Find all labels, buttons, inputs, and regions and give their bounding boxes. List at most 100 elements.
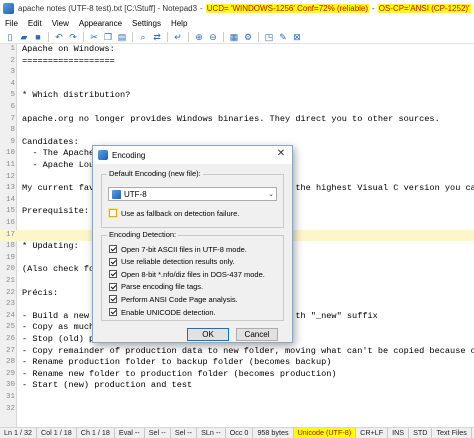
detection-option-label: Use reliable detection results only. [121,257,235,267]
exit-icon[interactable]: ⊠ [291,31,303,43]
ok-button[interactable]: OK [187,328,229,341]
fallback-checkbox[interactable] [109,209,117,217]
status-file-type[interactable]: Text Files [432,428,472,438]
status-eol[interactable]: CR+LF [356,428,389,438]
word-wrap-icon[interactable]: ↵ [172,31,184,43]
line-number: 2 [10,56,15,65]
detection-option-checkbox[interactable] [109,245,117,253]
detection-option-checkbox[interactable] [109,295,117,304]
line-text: - Start (new) production and test [22,380,193,391]
redo-icon[interactable]: ↷ [67,31,79,43]
editor-line[interactable]: 5 * Which distribution? [0,90,474,102]
encoding-dialog: Encoding ✕ Default Encoding (new file): … [92,145,293,343]
line-number: 13 [5,184,15,193]
line-number: 23 [5,300,15,309]
editor-line[interactable]: 28 - Rename production folder to backup f… [0,357,474,369]
menu-view[interactable]: View [47,17,74,30]
status-std: STD [409,428,433,438]
encoding-icon [112,189,121,199]
open-file-icon[interactable]: ▰ [18,31,30,43]
customize-icon[interactable]: ⚙ [242,31,254,43]
detection-option-row[interactable]: Open 8-bit *.nfo/diz files in DOS-437 mo… [109,269,265,279]
editor-line[interactable]: 4 [0,79,474,91]
menu-bar: File Edit View Appearance Settings Help [0,17,474,30]
detection-option-row[interactable]: Enable UNICODE detection. [109,307,216,317]
editor-line[interactable]: 32 [0,404,474,416]
line-text: - Copy remainder of production data to n… [22,345,474,356]
detection-option-row[interactable]: Open 7-bit ASCII files in UTF-8 mode. [109,244,247,254]
detection-option-label: Enable UNICODE detection. [121,307,216,317]
detection-option-checkbox[interactable] [109,308,117,316]
title-ucd-info: UCD= 'WINDOWS-1256' Conf=72% (reliable) [205,4,370,13]
default-encoding-select[interactable]: UTF-8 ⌄ [108,187,277,201]
new-file-icon[interactable]: ▯ [4,31,16,43]
menu-help[interactable]: Help [166,17,192,30]
editor-line[interactable]: 7 apache.org no longer provides Windows b… [0,114,474,126]
status-char: Ch 1 / 18 [77,428,115,438]
status-bar: Ln 1 / 32 Col 1 / 18 Ch 1 / 18 Eval -- S… [0,427,474,438]
scheme-icon[interactable]: ▦ [228,31,240,43]
line-text: - Rename new folder to production folder… [22,368,337,379]
menu-edit[interactable]: Edit [23,17,47,30]
editor-line[interactable]: 31 [0,392,474,404]
editor-line[interactable]: 6 [0,102,474,114]
detection-option-row[interactable]: Perform ANSI Code Page analysis. [109,294,238,304]
fallback-checkbox-row[interactable]: Use as fallback on detection failure. [109,208,239,218]
line-number: 5 [10,91,15,100]
chevron-down-icon[interactable]: ⌄ [266,190,276,198]
detection-option-label: Open 7-bit ASCII files in UTF-8 mode. [121,244,247,254]
copy-icon[interactable]: ❐ [102,31,114,43]
cut-icon[interactable]: ✂ [88,31,100,43]
zoom-out-icon[interactable]: ⊖ [207,31,219,43]
editor-line[interactable]: 8 [0,125,474,137]
line-number: 22 [5,288,15,297]
editor-line[interactable]: 29 - Rename new folder to production fold… [0,369,474,381]
menu-file[interactable]: File [0,17,23,30]
paste-icon[interactable]: ▤ [116,31,128,43]
detection-option-label: Open 8-bit *.nfo/diz files in DOS-437 mo… [121,269,265,279]
editor-line[interactable]: 1 Apache on Windows: [0,44,474,56]
dialog-title-bar[interactable]: Encoding ✕ [93,146,292,164]
editor-line[interactable]: 3 [0,67,474,79]
close-icon[interactable]: ✕ [275,148,287,160]
detection-option-checkbox[interactable] [109,270,117,279]
line-number: 18 [5,242,15,251]
title-separator: - [200,4,203,13]
status-ins[interactable]: INS [388,428,410,438]
menu-settings[interactable]: Settings [127,17,166,30]
detection-option-row[interactable]: Parse encoding file tags. [109,282,203,292]
fallback-label: Use as fallback on detection failure. [121,208,240,218]
find-icon[interactable]: ⌕ [137,31,149,43]
line-text: * Updating: [22,241,79,252]
status-eval: Eval -- [115,428,145,438]
status-selected-lines: SLn -- [197,428,226,438]
line-number: 30 [5,381,15,390]
detection-option-checkbox[interactable] [109,257,117,266]
line-number: 12 [5,172,15,181]
default-encoding-label: Default Encoding (new file): [107,169,203,178]
detection-option-row[interactable]: Use reliable detection results only. [109,257,235,267]
replace-icon[interactable]: ⇄ [151,31,163,43]
undo-icon[interactable]: ↶ [53,31,65,43]
cancel-button[interactable]: Cancel [236,328,278,341]
status-column[interactable]: Col 1 / 18 [37,428,77,438]
new-window-icon[interactable]: ◳ [263,31,275,43]
status-file-size: 958 bytes [253,428,294,438]
zoom-in-icon[interactable]: ⊕ [193,31,205,43]
save-icon[interactable]: ■ [32,31,44,43]
detection-option-label: Parse encoding file tags. [121,282,204,292]
editor-line[interactable]: 27 - Copy remainder of production data to… [0,346,474,358]
toolbar-separator [83,31,84,42]
line-number: 24 [5,311,15,320]
line-number: 11 [5,161,15,169]
pin-icon[interactable]: ✎ [277,31,289,43]
line-number: 31 [5,393,15,401]
status-encoding[interactable]: Unicode (UTF-8) [293,428,357,438]
editor-line[interactable]: 2 ================== [0,56,474,68]
detection-option-checkbox[interactable] [109,282,117,291]
editor-line[interactable]: 30 - Start (new) production and test [0,380,474,392]
line-text: apache.org no longer provides Windows bi… [22,113,440,124]
status-line[interactable]: Ln 1 / 32 [0,428,37,438]
menu-appearance[interactable]: Appearance [74,17,127,30]
notepad3-app-icon [3,3,14,14]
